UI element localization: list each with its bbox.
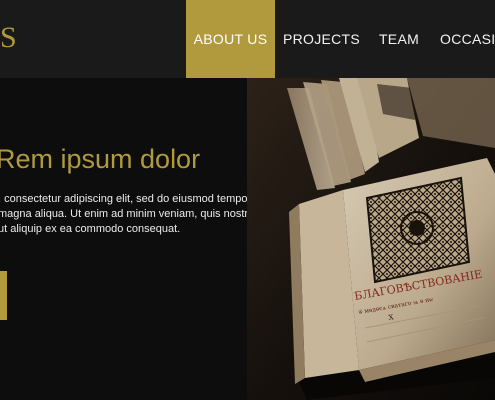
hero-cta-button[interactable] bbox=[0, 271, 7, 320]
old-book-photo: БЛАГОВѢСТВОВАНІЕ ѿ мѳдѳєѧ сватаго ѩ ѳ нѡ… bbox=[247, 78, 495, 400]
nav-item-team[interactable]: TEAM bbox=[368, 0, 430, 78]
hero-title: Rem ipsum dolor bbox=[0, 144, 201, 174]
nav-item-projects[interactable]: PROJECTS bbox=[275, 0, 368, 78]
hero-text-panel bbox=[0, 78, 247, 400]
top-navbar: S ABOUT US PROJECTS TEAM OCCASIO bbox=[0, 0, 495, 78]
nav-item-about-us[interactable]: ABOUT US bbox=[186, 0, 275, 78]
site-logo[interactable]: S bbox=[0, 22, 17, 54]
hero-image: БЛАГОВѢСТВОВАНІЕ ѿ мѳдѳєѧ сватаго ѩ ѳ нѡ… bbox=[247, 78, 495, 400]
nav-item-occasions[interactable]: OCCASIO bbox=[430, 0, 495, 78]
